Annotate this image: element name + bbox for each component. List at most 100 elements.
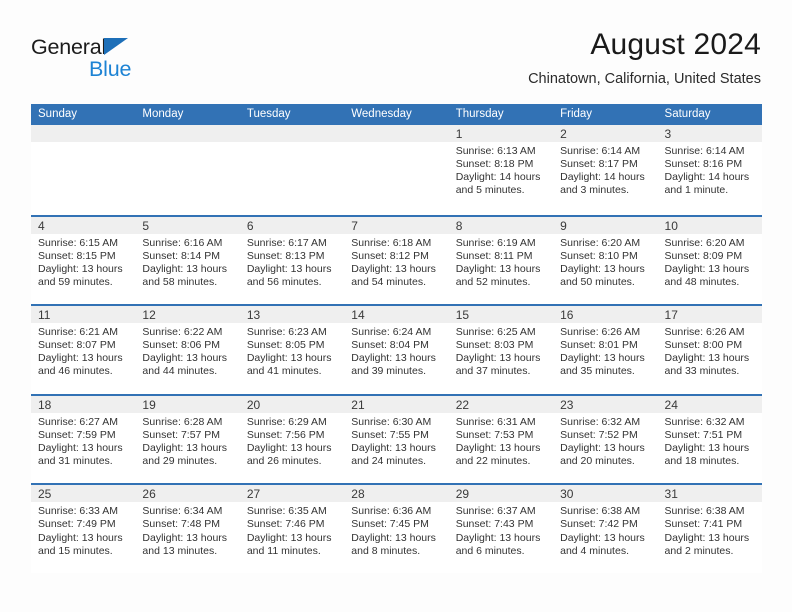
sunset-text: Sunset: 8:06 PM: [142, 339, 221, 352]
weekday-header-wednesday: Wednesday: [351, 108, 412, 120]
sunrise-text: Sunrise: 6:24 AM: [351, 326, 432, 339]
sunrise-text: Sunrise: 6:18 AM: [351, 236, 432, 249]
calendar-day-cell[interactable]: 28 Sunrise: 6:36 AM Sunset: 7:45 PM Dayligh…: [344, 485, 449, 573]
daylight-text-line2: and 2 minutes.: [664, 544, 734, 557]
daylight-text-line1: Daylight: 13 hours: [351, 352, 436, 365]
day-sun-info: Sunrise: 6:28 AM Sunset: 7:57 PM Daylight:…: [135, 413, 239, 468]
day-number: 27: [246, 487, 261, 502]
calendar-day-cell[interactable]: 8 Sunrise: 6:19 AM Sunset: 8:11 PM Daylight…: [448, 216, 554, 305]
calendar-day-cell[interactable]: 4 Sunrise: 6:15 AM Sunset: 8:15 PM Daylight…: [31, 216, 136, 305]
daylight-text-line1: Daylight: 13 hours: [455, 441, 541, 454]
calendar-day-cell[interactable]: 27 Sunrise: 6:35 AM Sunset: 7:46 PM Dayligh…: [239, 485, 345, 573]
calendar-day-cell[interactable]: 1 Sunrise: 6:13 AM Sunset: 8:18 PM Daylight…: [448, 125, 554, 215]
calendar-day-cell[interactable]: 9 Sunrise: 6:20 AM Sunset: 8:10 PM Daylight…: [553, 216, 658, 305]
calendar-day-cell[interactable]: 19 Sunrise: 6:28 AM Sunset: 7:57 PM Dayligh…: [135, 395, 240, 484]
day-number: 15: [455, 308, 470, 323]
calendar-day-cell[interactable]: 11 Sunrise: 6:21 AM Sunset: 8:07 PM Dayligh…: [31, 306, 136, 394]
day-number: 21: [351, 397, 365, 412]
calendar-day-cell[interactable]: 18 Sunrise: 6:27 AM Sunset: 7:59 PM Dayligh…: [31, 395, 136, 484]
calendar-day-cell[interactable]: 29 Sunrise: 6:37 AM Sunset: 7:43 PM Dayligh…: [448, 485, 554, 573]
calendar-day-cell[interactable]: 16 Sunrise: 6:26 AM Sunset: 8:01 PM Dayligh…: [553, 306, 658, 394]
daylight-text-line1: Daylight: 13 hours: [455, 352, 541, 365]
daylight-text-line1: Daylight: 13 hours: [142, 531, 228, 544]
day-number: 17: [664, 308, 678, 323]
weekday-header-saturday: Saturday: [664, 108, 711, 120]
day-number: 26: [142, 487, 156, 502]
triangle-icon: [104, 38, 128, 55]
calendar-day-cell[interactable]: 7 Sunrise: 6:18 AM Sunset: 8:12 PM Daylight…: [344, 216, 449, 305]
day-number-strip: 14: [344, 306, 449, 324]
day-number: 23: [560, 397, 574, 412]
calendar-day-cell[interactable]: 25 Sunrise: 6:33 AM Sunset: 7:49 PM Dayligh…: [31, 485, 136, 573]
daylight-text-line2: and 54 minutes.: [351, 275, 426, 288]
calendar-day-cell[interactable]: 30 Sunrise: 6:38 AM Sunset: 7:42 PM Dayligh…: [553, 485, 658, 573]
calendar-day-cell[interactable]: 22 Sunrise: 6:31 AM Sunset: 7:53 PM Dayligh…: [448, 395, 554, 484]
calendar-day-cell[interactable]: 5 Sunrise: 6:16 AM Sunset: 8:14 PM Daylight…: [135, 216, 240, 305]
weekday-header-row: Sunday Monday Tuesday Wednesday Thursday Frid…: [31, 104, 762, 125]
calendar-day-cell[interactable]: 21 Sunrise: 6:30 AM Sunset: 7:55 PM Dayligh…: [344, 395, 449, 484]
sunset-text: Sunset: 8:11 PM: [455, 249, 533, 262]
calendar-cell-empty: [344, 125, 449, 215]
day-number: 30: [560, 487, 574, 502]
day-number: 28: [351, 487, 365, 502]
daylight-text-line2: and 20 minutes.: [560, 455, 635, 468]
calendar-day-cell[interactable]: 24 Sunrise: 6:32 AM Sunset: 7:51 PM Dayligh…: [657, 395, 762, 484]
weekday-header-monday: Monday: [142, 108, 184, 120]
day-number-strip: 2: [553, 125, 658, 142]
sunrise-text: Sunrise: 6:33 AM: [38, 505, 118, 518]
daylight-text-line2: and 26 minutes.: [246, 455, 322, 468]
sunrise-text: Sunrise: 6:35 AM: [246, 505, 327, 518]
calendar-day-cell[interactable]: 23 Sunrise: 6:32 AM Sunset: 7:52 PM Dayligh…: [553, 395, 658, 484]
day-sun-info: Sunrise: 6:18 AM Sunset: 8:12 PM Daylight:…: [344, 234, 448, 289]
daylight-text-line1: Daylight: 13 hours: [38, 531, 123, 544]
calendar-day-cell[interactable]: 31 Sunrise: 6:38 AM Sunset: 7:41 PM Dayligh…: [657, 485, 762, 573]
sunset-text: Sunset: 8:15 PM: [38, 249, 116, 262]
daylight-text-line2: and 37 minutes.: [455, 365, 531, 378]
day-sun-info: Sunrise: 6:20 AM Sunset: 8:10 PM Daylight:…: [553, 234, 657, 289]
sunset-text: Sunset: 8:09 PM: [664, 249, 743, 262]
calendar-day-cell[interactable]: 20 Sunrise: 6:29 AM Sunset: 7:56 PM Dayligh…: [239, 395, 345, 484]
calendar-week-row: 25 Sunrise: 6:33 AM Sunset: 7:49 PM Dayligh…: [31, 483, 762, 573]
daylight-text-line2: and 41 minutes.: [246, 365, 322, 378]
daylight-text-line1: Daylight: 14 hours: [560, 171, 645, 184]
weekday-header-sunday: Sunday: [38, 108, 78, 120]
day-number: 7: [351, 218, 358, 233]
calendar-day-cell[interactable]: 12 Sunrise: 6:22 AM Sunset: 8:06 PM Dayligh…: [135, 306, 240, 394]
daylight-text-line1: Daylight: 13 hours: [142, 262, 228, 275]
sunset-text: Sunset: 7:52 PM: [560, 428, 638, 441]
day-number-strip: 4: [31, 216, 136, 234]
day-number: 5: [142, 218, 150, 233]
calendar-day-cell[interactable]: 13 Sunrise: 6:23 AM Sunset: 8:05 PM Dayligh…: [239, 306, 345, 394]
sunset-text: Sunset: 7:45 PM: [351, 518, 429, 531]
daylight-text-line1: Daylight: 13 hours: [38, 441, 123, 454]
calendar-day-cell[interactable]: 17 Sunrise: 6:26 AM Sunset: 8:00 PM Dayligh…: [657, 306, 762, 394]
calendar-day-cell[interactable]: 10 Sunrise: 6:20 AM Sunset: 8:09 PM Dayligh…: [657, 216, 762, 305]
day-sun-info: [240, 142, 344, 145]
day-sun-info: Sunrise: 6:34 AM Sunset: 7:48 PM Daylight:…: [135, 502, 239, 557]
daylight-text-line1: Daylight: 13 hours: [246, 531, 332, 544]
daylight-text-line2: and 46 minutes.: [38, 365, 113, 378]
day-number-strip: 23: [553, 395, 658, 413]
calendar-day-cell[interactable]: 14 Sunrise: 6:24 AM Sunset: 8:04 PM Dayligh…: [344, 306, 449, 394]
daylight-text-line2: and 22 minutes.: [455, 455, 531, 468]
day-number-strip: 28: [344, 485, 449, 503]
day-sun-info: Sunrise: 6:38 AM Sunset: 7:41 PM Daylight:…: [658, 502, 762, 557]
calendar-cell-empty: [239, 125, 345, 215]
day-number: 13: [246, 308, 261, 323]
daylight-text-line1: Daylight: 13 hours: [351, 262, 436, 275]
calendar-day-cell[interactable]: 15 Sunrise: 6:25 AM Sunset: 8:03 PM Dayligh…: [448, 306, 554, 394]
calendar-day-cell[interactable]: 6 Sunrise: 6:17 AM Sunset: 8:13 PM Daylight…: [239, 216, 345, 305]
day-number-strip: 25: [31, 485, 136, 503]
daylight-text-line2: and 13 minutes.: [142, 544, 218, 557]
calendar-day-cell[interactable]: 26 Sunrise: 6:34 AM Sunset: 7:48 PM Dayligh…: [135, 485, 240, 573]
general-blue-logo[interactable]: General Blue: [31, 35, 231, 83]
calendar-day-cell[interactable]: 2 Sunrise: 6:14 AM Sunset: 8:17 PM Daylight…: [553, 125, 658, 215]
day-number-strip: 26: [135, 485, 240, 503]
sunset-text: Sunset: 7:53 PM: [455, 428, 534, 441]
day-sun-info: Sunrise: 6:24 AM Sunset: 8:04 PM Daylight:…: [344, 323, 448, 378]
calendar-day-cell[interactable]: 3 Sunrise: 6:14 AM Sunset: 8:16 PM Daylight…: [657, 125, 762, 215]
day-number-strip: [239, 125, 345, 142]
page-title: August 2024: [590, 28, 761, 61]
daylight-text-line2: and 35 minutes.: [560, 365, 635, 378]
day-sun-info: Sunrise: 6:20 AM Sunset: 8:09 PM Daylight:…: [658, 234, 762, 289]
